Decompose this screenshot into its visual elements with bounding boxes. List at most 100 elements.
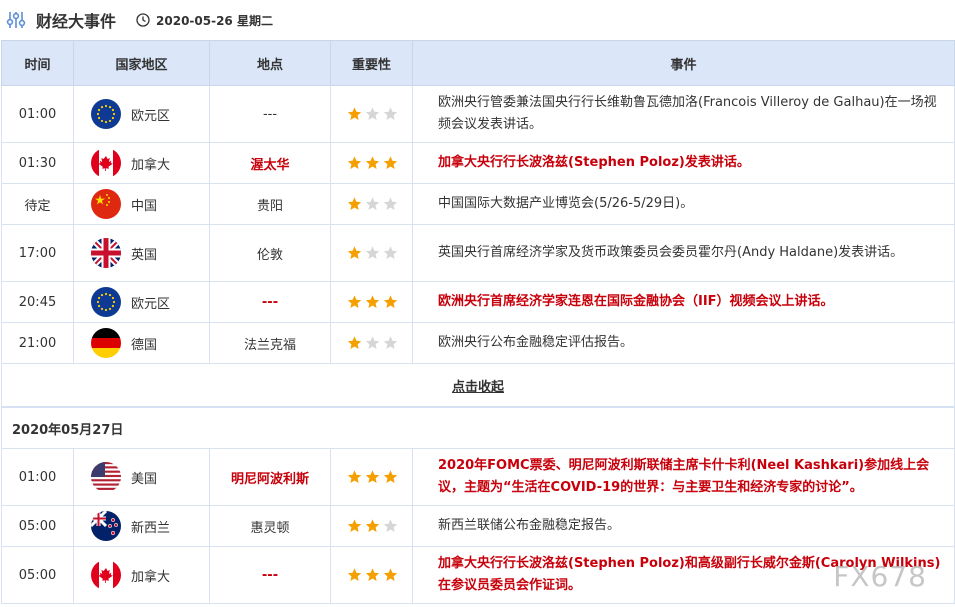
event-time: 21:00 — [1, 322, 74, 364]
star-icon — [365, 295, 380, 308]
event-time: 01:00 — [1, 85, 74, 143]
event-description: 欧洲央行管委兼法国央行行长维勒鲁瓦德加洛(Francois Villeroy d… — [412, 85, 955, 143]
event-country: 欧元区 — [131, 296, 171, 312]
event-description: 欧洲央行公布金融稳定评估报告。 — [412, 322, 955, 364]
event-country: 英国 — [131, 247, 158, 263]
star-icon — [383, 156, 398, 169]
star-icon — [347, 470, 362, 483]
star-icon — [365, 568, 380, 581]
importance-rating — [330, 322, 413, 364]
event-location: 明尼阿波利斯 — [209, 448, 331, 506]
importance-rating — [330, 448, 413, 506]
event-time: 17:00 — [1, 224, 74, 282]
star-icon — [347, 568, 362, 581]
star-icon — [347, 197, 362, 210]
table-header-row: 时间 国家地区 地点 重要性 事件 — [1, 40, 955, 86]
event-country: 加拿大 — [131, 569, 171, 585]
star-icon — [347, 295, 362, 308]
event-location: 渥太华 — [209, 142, 331, 184]
event-location: --- — [209, 546, 331, 604]
importance-rating — [330, 224, 413, 282]
star-icon — [383, 470, 398, 483]
event-country: 中国 — [131, 198, 158, 214]
flag-ca-icon — [91, 148, 121, 178]
event-time: 05:00 — [1, 505, 74, 547]
flag-nz-icon — [91, 511, 121, 541]
star-icon — [365, 107, 380, 120]
event-time: 05:00 — [1, 546, 74, 604]
flag-de-icon — [91, 328, 121, 358]
page-title: 财经大事件 — [36, 12, 117, 31]
event-location: --- — [209, 281, 331, 323]
event-description: 新西兰联储公布金融稳定报告。 — [412, 505, 955, 547]
table-row: 待定 中国 贵阳 中国国际大数据产业博览会(5/26-5/29日)。 — [1, 183, 955, 225]
event-location: 法兰克福 — [209, 322, 331, 364]
event-location: 贵阳 — [209, 183, 331, 225]
collapse-row: 点击收起 — [1, 363, 955, 408]
star-icon — [365, 336, 380, 349]
table-row: 21:00 德国 法兰克福 欧洲央行公布金融稳定评估报告。 — [1, 322, 955, 364]
star-icon — [347, 156, 362, 169]
star-icon — [383, 107, 398, 120]
clock-icon — [136, 13, 150, 27]
event-description: 欧洲央行首席经济学家连恩在国际金融协会（IIF）视频会议上讲话。 — [412, 281, 955, 323]
event-country: 新西兰 — [131, 520, 171, 536]
star-icon — [365, 156, 380, 169]
table-row: 20:45 欧元区 --- 欧洲央行首席经济学家连恩在国际金融协会（IIF）视频会议上… — [1, 281, 955, 323]
col-location: 地点 — [209, 40, 331, 86]
event-time: 01:30 — [1, 142, 74, 184]
star-icon — [365, 197, 380, 210]
day-separator: 2020年05月27日 — [1, 406, 955, 449]
event-location: 伦敦 — [209, 224, 331, 282]
event-time: 20:45 — [1, 281, 74, 323]
flag-us-icon — [91, 462, 121, 492]
event-location: 惠灵顿 — [209, 505, 331, 547]
event-location: --- — [209, 85, 331, 143]
star-icon — [365, 470, 380, 483]
watermark: FX678 — [833, 560, 927, 593]
star-icon — [347, 336, 362, 349]
event-description: 加拿大央行行长波洛兹(Stephen Poloz)发表讲话。 — [412, 142, 955, 184]
table-row: 05:00 加拿大 --- 加拿大央行行长波洛兹(Stephen Poloz)和高级副… — [1, 546, 955, 604]
star-icon — [365, 246, 380, 259]
star-icon — [383, 336, 398, 349]
collapse-link[interactable]: 点击收起 — [452, 380, 504, 395]
event-description: 中国国际大数据产业博览会(5/26-5/29日)。 — [412, 183, 955, 225]
top-bar: 财经大事件 2020-05-26 星期二 — [0, 0, 955, 40]
star-icon — [383, 568, 398, 581]
table-row: 01:00 欧元区 --- 欧洲央行管委兼法国央行行长维勒鲁瓦德加洛(Francois… — [1, 85, 955, 143]
flag-cn-icon — [91, 189, 121, 219]
table-row: 01:00 美国 明尼阿波利斯 2020年FOMC票委、明尼阿波利斯联储主席卡什卡利(… — [1, 448, 955, 506]
importance-rating — [330, 183, 413, 225]
events-table: 时间 国家地区 地点 重要性 事件 01:00 欧元区 --- 欧洲央行管委兼法国央行… — [1, 40, 955, 604]
star-icon — [383, 246, 398, 259]
day2-label: 2020年05月27日 — [1, 406, 955, 449]
date-label: 2020-05-26 星期二 — [156, 13, 273, 28]
flag-ca-icon — [91, 560, 121, 590]
event-country: 加拿大 — [131, 157, 171, 173]
star-icon — [347, 107, 362, 120]
col-country: 国家地区 — [73, 40, 210, 86]
col-time: 时间 — [1, 40, 74, 86]
event-description: 英国央行首席经济学家及货币政策委员会委员霍尔丹(Andy Haldane)发表讲… — [412, 224, 955, 282]
star-icon — [347, 519, 362, 532]
star-icon — [383, 295, 398, 308]
importance-rating — [330, 142, 413, 184]
table-row: 17:00 英国 伦敦 英国央行首席经济学家及货币政策委员会委员霍尔丹(Andy Ha… — [1, 224, 955, 282]
flag-eu-icon — [91, 99, 121, 129]
table-row: 01:30 加拿大 渥太华 加拿大央行行长波洛兹(Stephen Poloz)发表讲话… — [1, 142, 955, 184]
event-country: 美国 — [131, 471, 158, 487]
event-time: 待定 — [1, 183, 74, 225]
sliders-icon — [6, 10, 26, 30]
importance-rating — [330, 281, 413, 323]
importance-rating — [330, 546, 413, 604]
star-icon — [383, 519, 398, 532]
table-row: 05:00 新西兰 惠灵顿 新西兰联储公布金融稳定报告。 — [1, 505, 955, 547]
day1-body: 01:00 欧元区 --- 欧洲央行管委兼法国央行行长维勒鲁瓦德加洛(Francois… — [1, 85, 955, 364]
star-icon — [347, 246, 362, 259]
importance-rating — [330, 505, 413, 547]
importance-rating — [330, 85, 413, 143]
star-icon — [383, 197, 398, 210]
event-time: 01:00 — [1, 448, 74, 506]
col-event: 事件 — [412, 40, 955, 86]
